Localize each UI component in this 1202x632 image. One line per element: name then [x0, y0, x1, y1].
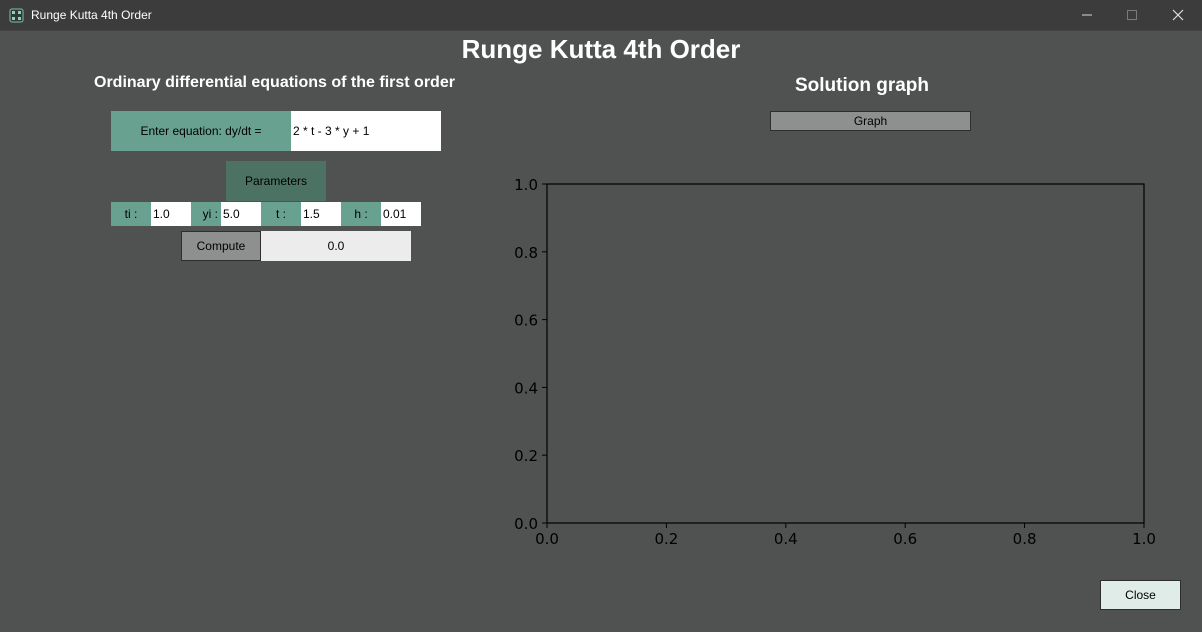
equation-input[interactable] [291, 111, 441, 151]
maximize-icon [1126, 6, 1138, 25]
app-icon [9, 8, 24, 23]
x-tick-label: 0.8 [1013, 530, 1037, 548]
close-button[interactable]: Close [1100, 580, 1181, 610]
parameters-label: Parameters [226, 161, 326, 201]
t-label: t : [261, 202, 301, 226]
maximize-button[interactable] [1109, 0, 1155, 31]
equation-label: Enter equation: dy/dt = [111, 111, 291, 151]
ti-input[interactable] [151, 202, 191, 226]
t-input[interactable] [301, 202, 341, 226]
x-tick-label: 0.0 [535, 530, 559, 548]
h-label: h : [341, 202, 381, 226]
solution-plot: 0.0 0.2 0.4 0.6 0.8 1.0 0.0 0.2 0.4 0.6 0.8 1.0 [514, 176, 1156, 548]
x-tick-label: 0.6 [893, 530, 917, 548]
plot-frame [546, 183, 1145, 524]
minimize-icon [1081, 6, 1093, 25]
y-tick-label: 0.6 [514, 312, 538, 330]
close-window-button[interactable] [1155, 0, 1201, 31]
compute-button[interactable]: Compute [181, 231, 261, 261]
x-tick-label: 0.2 [654, 530, 678, 548]
y-tick-label: 0.4 [514, 379, 538, 397]
yi-input[interactable] [221, 202, 261, 226]
graph-button[interactable]: Graph [770, 111, 971, 131]
page-title: Runge Kutta 4th Order [461, 34, 741, 64]
x-tick-label: 1.0 [1132, 530, 1156, 548]
window-title: Runge Kutta 4th Order [31, 8, 152, 22]
minimize-button[interactable] [1064, 0, 1110, 31]
y-tick-label: 0.8 [514, 244, 538, 262]
x-tick-label: 0.4 [774, 530, 798, 548]
graph-heading: Solution graph [794, 75, 930, 96]
ode-heading: Ordinary differential equations of the f… [94, 74, 455, 91]
y-tick-label: 0.2 [514, 447, 538, 465]
y-tick-label: 0.0 [514, 515, 538, 533]
ti-label: ti : [111, 202, 151, 226]
close-icon [1172, 6, 1184, 25]
h-input[interactable] [381, 202, 421, 226]
window-titlebar: Runge Kutta 4th Order [0, 0, 1202, 31]
y-tick-label: 1.0 [514, 176, 538, 194]
result-display: 0.0 [261, 231, 411, 261]
yi-label: yi : [191, 202, 221, 226]
